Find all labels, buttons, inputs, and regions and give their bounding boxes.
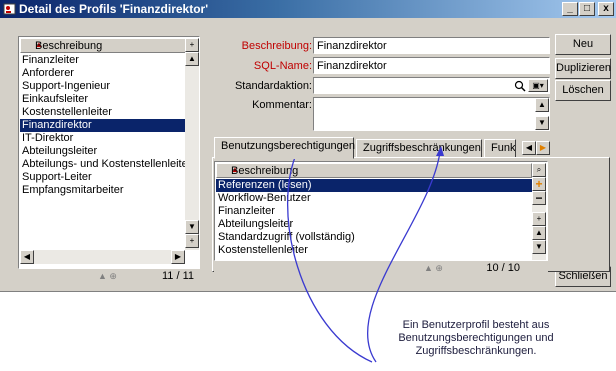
add-icon[interactable]: + <box>185 38 199 52</box>
add-icon[interactable]: + <box>185 234 199 248</box>
sqlname-label: SQL-Name: <box>253 60 312 72</box>
profile-item[interactable]: Kostenstellenleiter <box>20 106 185 119</box>
tab-list-counter: 10 / 10 <box>486 262 520 274</box>
permission-item[interactable]: Referenzen (lesen) <box>216 179 532 192</box>
standardaktion-label: Standardaktion: <box>234 80 312 92</box>
arrow-right-icon[interactable]: ▶ <box>536 141 550 155</box>
column-header-label: Beschreibung <box>231 165 299 177</box>
annotation-line-1: Ein Benutzerprofil besteht aus <box>402 319 550 331</box>
permission-item[interactable]: Abteilungsleiter <box>216 218 532 231</box>
permission-item[interactable]: Kostenstellenleiter <box>216 244 532 257</box>
beschreibung-field[interactable]: Finanzdirektor <box>313 37 550 54</box>
horizontal-scrollbar[interactable]: ◀ ▶ <box>20 250 185 264</box>
column-header-beschreibung[interactable]: ▲ Beschreibung <box>216 163 532 178</box>
profile-item[interactable]: Support-Leiter <box>20 171 185 184</box>
beschreibung-label: Beschreibung: <box>241 40 312 52</box>
tab-benutzungsberechtigungen[interactable]: Benutzungsberechtigungen <box>214 137 355 159</box>
profile-list-rows: Finanzleiter Anforderer Support-Ingenieur E… <box>20 54 185 197</box>
beschreibung-value: Finanzdirektor <box>317 40 387 52</box>
magnifier-icon[interactable] <box>514 80 526 92</box>
left-list-counter: 11 / 11 <box>161 270 194 282</box>
profile-item[interactable]: Finanzdirektor <box>20 119 185 132</box>
close-button[interactable]: x <box>598 2 614 16</box>
scroll-down-icon[interactable]: ▼ <box>532 240 546 254</box>
profile-icon <box>3 3 16 15</box>
add-icon[interactable]: + <box>532 212 546 226</box>
filter-icon: ▲ ⊕ <box>98 271 117 281</box>
title-bar[interactable]: Detail des Profils 'Finanzdirektor' _ □ … <box>0 0 616 18</box>
kommentar-field[interactable]: ▲ ▼ <box>313 97 550 131</box>
profile-list[interactable]: ▲ Beschreibung Finanzleiter Anforderer Sup… <box>18 36 200 269</box>
annotation-line-3: Zugriffsbeschränkungen. <box>415 345 537 357</box>
scroll-down-icon[interactable]: ▼ <box>185 220 199 234</box>
magnifier-icon[interactable]: ⌕ <box>532 163 546 177</box>
tab-list-status: ▲ ⊕ 10 / 10 <box>214 262 548 276</box>
standardaktion-field[interactable]: ▣▾ <box>313 77 550 94</box>
scroll-up-icon[interactable]: ▲ <box>532 226 546 240</box>
minimize-button[interactable]: _ <box>562 2 578 16</box>
standardaktion-dropdown-button[interactable]: ▣▾ <box>528 79 548 92</box>
delete-button[interactable]: Löschen <box>555 80 611 101</box>
plus-icon[interactable]: + <box>532 177 546 191</box>
permission-item[interactable]: Workflow-Benutzer <box>216 192 532 205</box>
tab-funktionen[interactable]: Funk <box>484 139 516 158</box>
window-title: Detail des Profils 'Finanzdirektor' <box>19 2 209 16</box>
profile-item[interactable]: Abteilungsleiter <box>20 145 185 158</box>
profile-item[interactable]: Abteilungs- und Kostenstellenleiter <box>20 158 185 171</box>
duplicate-button[interactable]: Duplizieren <box>555 58 611 79</box>
left-list-status: ▲ ⊕ 11 / 11 <box>18 270 200 284</box>
permission-item[interactable]: Standardzugriff (vollständig) <box>216 231 532 244</box>
scroll-right-icon[interactable]: ▶ <box>171 250 185 264</box>
vertical-scrollbar[interactable]: ⌕ + − + ▲ ▼ <box>532 163 546 260</box>
profile-item[interactable]: Einkaufsleiter <box>20 93 185 106</box>
permissions-list-rows: Referenzen (lesen) Workflow-Benutzer Finan… <box>216 179 532 260</box>
minus-icon[interactable]: − <box>532 191 546 205</box>
profile-item[interactable]: Support-Ingenieur <box>20 80 185 93</box>
sqlname-field[interactable]: Finanzdirektor <box>313 57 550 74</box>
profile-item[interactable]: IT-Direktor <box>20 132 185 145</box>
filter-icon: ▲ ⊕ <box>424 263 443 273</box>
profile-item[interactable]: Empfangsmitarbeiter <box>20 184 185 197</box>
kommentar-label: Kommentar: <box>252 99 312 111</box>
annotation-line-2: Benutzungsberechtigungen und <box>398 332 554 344</box>
arrow-left-icon[interactable]: ◀ <box>522 141 536 155</box>
permissions-list[interactable]: ▲ Beschreibung Referenzen (lesen) Workflo… <box>214 161 548 261</box>
vertical-scrollbar[interactable]: + ▲ ▼ + <box>185 38 199 250</box>
permission-item[interactable]: Finanzleiter <box>216 205 532 218</box>
profile-item[interactable]: Finanzleiter <box>20 54 185 67</box>
scroll-up-icon[interactable]: ▲ <box>535 98 549 112</box>
scroll-up-icon[interactable]: ▲ <box>185 52 199 66</box>
scroll-down-icon[interactable]: ▼ <box>535 116 549 130</box>
column-header-label: Beschreibung <box>35 40 103 52</box>
column-header-beschreibung[interactable]: ▲ Beschreibung <box>20 38 186 53</box>
sqlname-value: Finanzdirektor <box>317 60 387 72</box>
profile-detail-window: Detail des Profils 'Finanzdirektor' _ □ … <box>0 0 616 292</box>
tab-zugriffsbeschraenkungen[interactable]: Zugriffsbeschränkungen <box>356 139 482 158</box>
profile-item[interactable]: Anforderer <box>20 67 185 80</box>
annotation-text: Ein Benutzerprofil besteht aus Benutzung… <box>378 319 574 358</box>
maximize-button[interactable]: □ <box>579 2 595 16</box>
scroll-left-icon[interactable]: ◀ <box>20 250 34 264</box>
new-button[interactable]: Neu <box>555 34 611 55</box>
